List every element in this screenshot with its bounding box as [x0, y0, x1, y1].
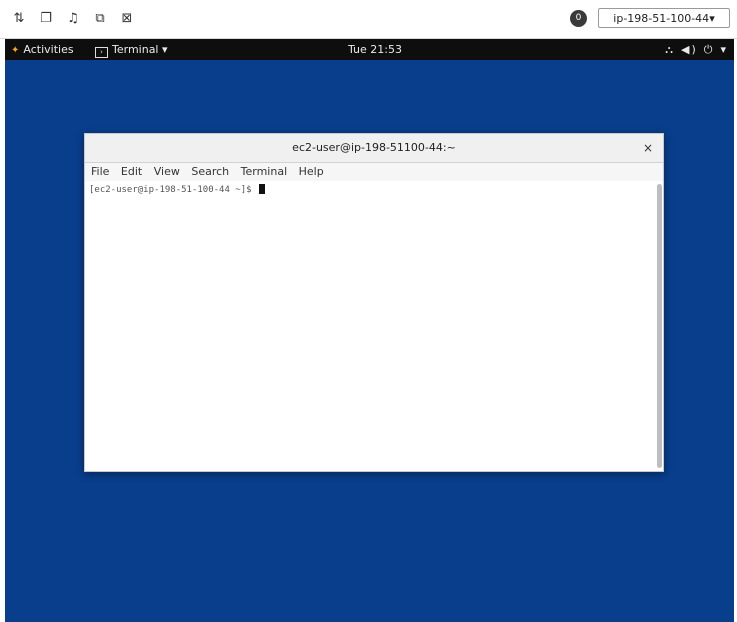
- notification-badge[interactable]: 0: [570, 10, 587, 27]
- gnome-topbar: ✦ Activities › Terminal ▾ Tue 21:53 ⛬ ◀) ⏻ ▾: [5, 39, 734, 60]
- remote-desktop: ✦ Activities › Terminal ▾ Tue 21:53 ⛬ ◀) ⏻ ▾ …: [5, 39, 734, 622]
- window-title: ec2-user@ip-198-51100-44:~: [292, 141, 456, 154]
- chevron-down-icon: ▾: [720, 43, 728, 56]
- menu-search[interactable]: Search: [191, 165, 229, 178]
- network-icon: ⛬: [665, 43, 675, 56]
- host-selector[interactable]: ip-198-51-100-44▾: [598, 8, 730, 28]
- prompt-text: [ec2-user@ip-198-51-100-44 ~]$: [89, 185, 257, 195]
- app-menu-label: Terminal: [112, 43, 159, 56]
- gnome-foot-icon: ✦: [11, 45, 20, 56]
- terminal-content[interactable]: [ec2-user@ip-198-51-100-44 ~]$: [85, 181, 655, 471]
- chevron-down-icon: ▾: [162, 43, 168, 56]
- volume-icon: ◀): [681, 43, 698, 56]
- client-toolbar: ⇅ ❐ ♫ ⧉ ⊠ 0 ip-198-51-100-44▾: [0, 0, 737, 39]
- menu-file[interactable]: File: [91, 165, 109, 178]
- text-cursor: [258, 184, 265, 194]
- clock[interactable]: Tue 21:53: [348, 39, 402, 60]
- chevron-down-icon: ▾: [709, 12, 715, 25]
- terminal-window[interactable]: ec2-user@ip-198-51100-44:~ × File Edit V…: [84, 133, 664, 472]
- menu-view[interactable]: View: [154, 165, 180, 178]
- menu-edit[interactable]: Edit: [121, 165, 142, 178]
- activities-label: Activities: [23, 43, 74, 56]
- terminal-scrollbar[interactable]: [657, 184, 662, 468]
- host-label: ip-198-51-100-44: [613, 12, 710, 25]
- close-icon[interactable]: ×: [643, 134, 653, 162]
- ctrl-alt-del-icon[interactable]: ⇅: [10, 10, 28, 28]
- audio-icon[interactable]: ♫: [64, 10, 82, 28]
- terminal-menubar: File Edit View Search Terminal Help: [85, 163, 663, 181]
- activities-button[interactable]: ✦ Activities: [11, 39, 74, 61]
- fullscreen-icon[interactable]: ⊠: [118, 10, 136, 28]
- power-icon: ⏻: [703, 43, 715, 56]
- terminal-icon: ›: [95, 47, 108, 58]
- menu-help[interactable]: Help: [299, 165, 324, 178]
- system-menu[interactable]: ⛬ ◀) ⏻ ▾: [659, 39, 728, 60]
- menu-terminal[interactable]: Terminal: [241, 165, 288, 178]
- window-icon[interactable]: ❐: [37, 10, 55, 28]
- app-menu[interactable]: › Terminal ▾: [95, 39, 168, 60]
- terminal-titlebar[interactable]: ec2-user@ip-198-51100-44:~ ×: [85, 134, 663, 163]
- copy-icon[interactable]: ⧉: [91, 10, 109, 28]
- shell-prompt: [ec2-user@ip-198-51-100-44 ~]$: [89, 184, 265, 195]
